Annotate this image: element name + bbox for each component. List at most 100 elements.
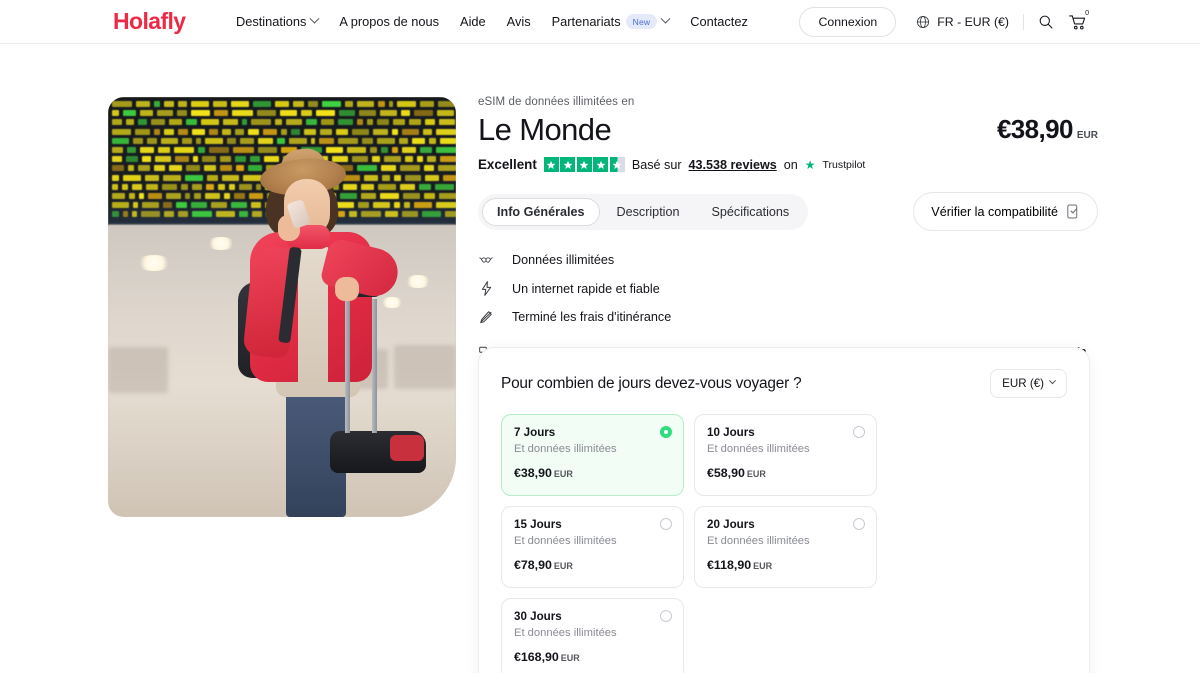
board-cell bbox=[306, 119, 317, 125]
board-cell bbox=[336, 202, 354, 208]
plan-subtitle: Et données illimitées bbox=[707, 443, 864, 455]
board-cell bbox=[232, 110, 253, 116]
currency-selector[interactable]: EUR (€) bbox=[990, 369, 1067, 398]
board-cell bbox=[420, 101, 434, 107]
board-cell bbox=[357, 101, 374, 107]
plan-days: 20 Jours bbox=[707, 518, 864, 531]
board-cell bbox=[148, 193, 161, 199]
plan-price-currency: EUR bbox=[561, 653, 580, 663]
board-cell bbox=[192, 184, 202, 190]
plan-option-20-jours[interactable]: 20 Jours Et données illimitées €118,90 EU… bbox=[694, 506, 877, 588]
holafly-logo[interactable]: Holafly bbox=[113, 10, 185, 33]
ceiling-lamp bbox=[206, 237, 236, 250]
chevron-down-icon bbox=[310, 14, 320, 24]
tab-specifications[interactable]: Spécifications bbox=[697, 198, 805, 226]
board-cell bbox=[163, 175, 181, 181]
plan-option-10-jours[interactable]: 10 Jours Et données illimitées €58,90 EUR bbox=[694, 414, 877, 496]
board-cell bbox=[198, 147, 205, 153]
board-cell bbox=[404, 202, 410, 208]
board-cell bbox=[319, 138, 334, 144]
board-cell bbox=[112, 184, 118, 190]
board-cell bbox=[112, 156, 122, 162]
nav-item-destinations[interactable]: Destinations bbox=[236, 14, 318, 29]
plan-price-amount: €38,90 bbox=[514, 466, 552, 480]
cart-button[interactable]: 0 bbox=[1068, 13, 1087, 31]
board-cell bbox=[349, 211, 357, 217]
nav-item-about[interactable]: A propos de nous bbox=[339, 14, 439, 29]
board-cell bbox=[122, 184, 128, 190]
board-cell bbox=[436, 202, 455, 208]
board-cell bbox=[132, 211, 137, 217]
plan-selection-title: Pour combien de jours devez-vous voyager… bbox=[501, 375, 801, 393]
board-cell bbox=[112, 193, 125, 199]
board-cell bbox=[316, 110, 335, 116]
nav-label-destinations: Destinations bbox=[236, 14, 306, 29]
board-cell bbox=[397, 101, 416, 107]
plan-option-15-jours[interactable]: 15 Jours Et données illimitées €78,90 EUR bbox=[501, 506, 684, 588]
product-page: eSIM de données illimitées en Le Monde E… bbox=[0, 44, 1200, 673]
board-cell bbox=[222, 175, 239, 181]
board-cell bbox=[164, 211, 174, 217]
board-cell bbox=[425, 119, 435, 125]
nav-item-partnerships[interactable]: Partenariats New bbox=[552, 14, 670, 29]
plan-price-currency: EUR bbox=[747, 469, 766, 479]
check-compatibility-button[interactable]: Vérifier la compatibilité bbox=[913, 192, 1098, 231]
plan-radio[interactable] bbox=[853, 518, 865, 530]
board-cell bbox=[234, 193, 246, 199]
board-cell bbox=[402, 211, 418, 217]
board-cell bbox=[162, 184, 177, 190]
board-cell bbox=[178, 101, 187, 107]
board-cell bbox=[423, 129, 432, 135]
board-cell bbox=[135, 129, 150, 135]
plan-option-7-jours[interactable]: 7 Jours Et données illimitées €38,90 EUR bbox=[501, 414, 684, 496]
plan-radio[interactable] bbox=[660, 610, 672, 622]
board-cell bbox=[378, 101, 385, 107]
locale-selector[interactable]: FR - EUR (€) bbox=[916, 15, 1009, 29]
right-hand bbox=[335, 277, 359, 301]
board-cell bbox=[420, 147, 432, 153]
rating-on-label: on bbox=[784, 158, 798, 172]
board-cell bbox=[291, 129, 300, 135]
plan-subtitle: Et données illimitées bbox=[514, 627, 671, 639]
board-cell bbox=[192, 211, 213, 217]
board-cell bbox=[280, 110, 297, 116]
plan-radio[interactable] bbox=[660, 518, 672, 530]
reviews-link[interactable]: 43.538 reviews bbox=[689, 158, 777, 172]
board-cell bbox=[141, 211, 160, 217]
board-cell bbox=[112, 110, 119, 116]
board-cell bbox=[140, 110, 153, 116]
board-cell bbox=[157, 110, 173, 116]
nav-item-reviews[interactable]: Avis bbox=[507, 14, 531, 29]
plan-days: 15 Jours bbox=[514, 518, 671, 531]
board-cell bbox=[112, 129, 131, 135]
board-cell bbox=[435, 184, 454, 190]
login-button[interactable]: Connexion bbox=[799, 7, 896, 37]
board-cell bbox=[345, 101, 353, 107]
board-cell bbox=[372, 156, 381, 162]
board-cell bbox=[146, 184, 158, 190]
board-cell bbox=[436, 147, 456, 153]
cart-count-badge: 0 bbox=[1085, 10, 1089, 17]
search-icon bbox=[1038, 14, 1054, 30]
board-cell bbox=[191, 110, 210, 116]
plan-radio-selected[interactable] bbox=[660, 426, 672, 438]
search-button[interactable] bbox=[1038, 14, 1054, 30]
nav-label-about: A propos de nous bbox=[339, 14, 439, 29]
board-cell bbox=[352, 129, 369, 135]
tab-description[interactable]: Description bbox=[602, 198, 695, 226]
board-cell bbox=[370, 147, 377, 153]
nav-item-contact[interactable]: Contactez bbox=[690, 14, 748, 29]
board-cell bbox=[127, 147, 136, 153]
nav-item-help[interactable]: Aide bbox=[460, 14, 486, 29]
trustpilot-star-icon: ★ bbox=[805, 158, 816, 172]
board-cell bbox=[281, 129, 287, 135]
board-cell bbox=[151, 119, 165, 125]
price-currency: EUR bbox=[1077, 130, 1098, 141]
tab-info-generales[interactable]: Info Générales bbox=[482, 198, 600, 226]
plan-option-30-jours[interactable]: 30 Jours Et données illimitées €168,90 EU… bbox=[501, 598, 684, 673]
no-roaming-icon bbox=[478, 310, 494, 324]
board-cell bbox=[220, 156, 231, 162]
board-cell bbox=[139, 193, 144, 199]
plan-radio[interactable] bbox=[853, 426, 865, 438]
star-icon bbox=[544, 157, 559, 172]
